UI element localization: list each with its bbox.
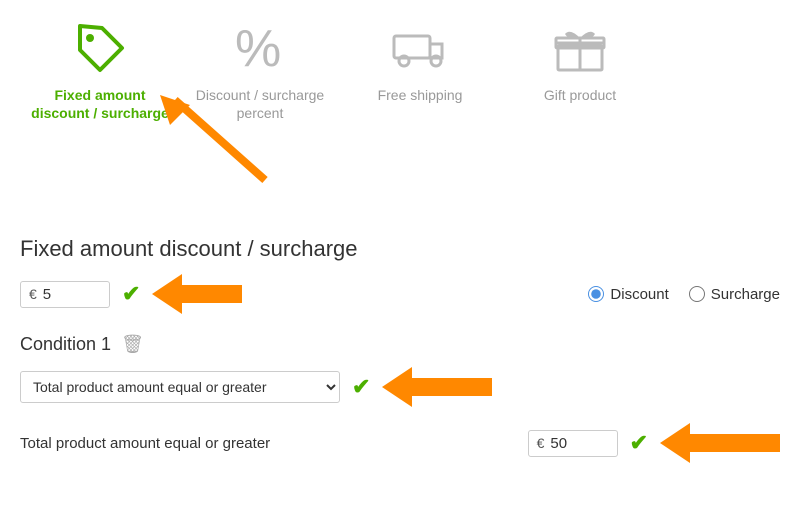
bottom-amount-input[interactable] [550, 435, 600, 452]
bottom-condition-row: Total product amount equal or greater € … [20, 423, 780, 463]
arrow-annotation-2 [152, 274, 242, 314]
trash-icon[interactable]: 🗑 [121, 334, 144, 355]
radio-surcharge-label: Surcharge [711, 286, 780, 303]
amount-input-wrapper: € [20, 281, 110, 308]
amount-input[interactable] [43, 286, 93, 303]
gift-icon [550, 18, 610, 78]
amount-check: ✔ [122, 281, 140, 307]
bottom-right-group: € ✔ [528, 423, 780, 463]
truck-icon [390, 18, 450, 78]
radio-discount[interactable]: Discount [588, 286, 668, 303]
arrow-annotation-4 [660, 423, 780, 463]
euro-symbol: € [29, 286, 37, 302]
bottom-amount-input-wrapper: € [528, 430, 618, 457]
svg-text:%: % [235, 20, 281, 78]
percent-icon: % [230, 18, 290, 78]
bottom-euro-symbol: € [537, 435, 545, 451]
radio-surcharge-input[interactable] [689, 286, 705, 302]
dropdown-row: Total product amount equal or greater To… [20, 367, 780, 407]
bottom-check: ✔ [630, 430, 648, 456]
tag-icon [70, 18, 130, 78]
condition-header: Condition 1 🗑 [20, 334, 780, 355]
radio-group: Discount Surcharge [588, 286, 780, 303]
bottom-condition-label: Total product amount equal or greater [20, 435, 528, 452]
arrow-annotation-1 [155, 90, 275, 195]
radio-discount-label: Discount [610, 286, 668, 303]
icon-row: Fixed amount discount / surcharge % Disc… [0, 0, 800, 130]
icon-free-shipping[interactable]: Free shipping [340, 10, 500, 112]
condition-title: Condition 1 [20, 334, 111, 355]
radio-surcharge[interactable]: Surcharge [689, 286, 780, 303]
icon-gift-product-label: Gift product [544, 86, 616, 104]
condition-select[interactable]: Total product amount equal or greater To… [20, 371, 340, 403]
radio-discount-input[interactable] [588, 286, 604, 302]
main-content: Fixed amount discount / surcharge € ✔ Di… [0, 236, 800, 463]
icon-free-shipping-label: Free shipping [378, 86, 463, 104]
arrow-annotation-3 [382, 367, 492, 407]
section-title: Fixed amount discount / surcharge [20, 236, 780, 262]
dropdown-check: ✔ [352, 374, 370, 400]
icon-gift-product[interactable]: Gift product [500, 10, 660, 112]
icon-fixed-amount-label: Fixed amount discount / surcharge [28, 86, 172, 122]
